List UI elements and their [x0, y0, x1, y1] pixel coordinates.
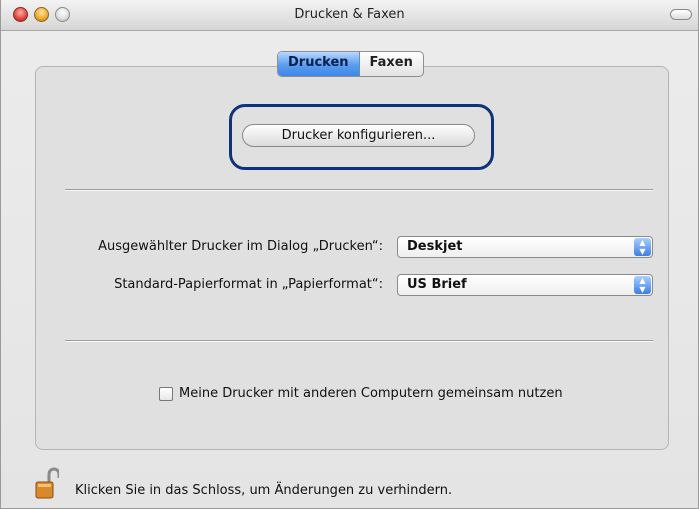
popup-arrows-icon: ▲ ▼ [634, 276, 651, 294]
selected-printer-label: Ausgewählter Drucker im Dialog „Drucken“… [98, 239, 383, 254]
share-printers-checkbox[interactable] [159, 387, 173, 401]
print-fax-window: Drucken & Faxen Drucken Faxen Drucker ko… [0, 0, 699, 509]
selected-printer-value: Deskjet [407, 239, 463, 254]
tab-drucken[interactable]: Drucken [278, 52, 360, 76]
tab-bar: Drucken Faxen [277, 51, 424, 77]
title-bar[interactable]: Drucken & Faxen [1, 0, 698, 31]
separator-top [65, 189, 653, 191]
lock-hint-text: Klicken Sie in das Schloss, um Änderunge… [75, 483, 453, 498]
configure-printer-button[interactable]: Drucker konfigurieren... [242, 124, 475, 147]
selected-printer-popup[interactable]: Deskjet ▲ ▼ [397, 236, 653, 258]
window-title: Drucken & Faxen [294, 7, 405, 22]
paper-format-value: US Brief [407, 277, 467, 292]
separator-bottom [65, 340, 653, 342]
popup-arrows-icon: ▲ ▼ [634, 238, 651, 256]
tab-faxen[interactable]: Faxen [360, 52, 423, 76]
toolbar-toggle-button[interactable] [670, 9, 692, 20]
share-printers-label[interactable]: Meine Drucker mit anderen Computern geme… [179, 386, 563, 401]
paper-format-popup[interactable]: US Brief ▲ ▼ [397, 274, 653, 296]
paper-format-label: Standard-Papierformat in „Papierformat“: [114, 277, 383, 292]
open-lock-icon[interactable] [35, 466, 61, 500]
